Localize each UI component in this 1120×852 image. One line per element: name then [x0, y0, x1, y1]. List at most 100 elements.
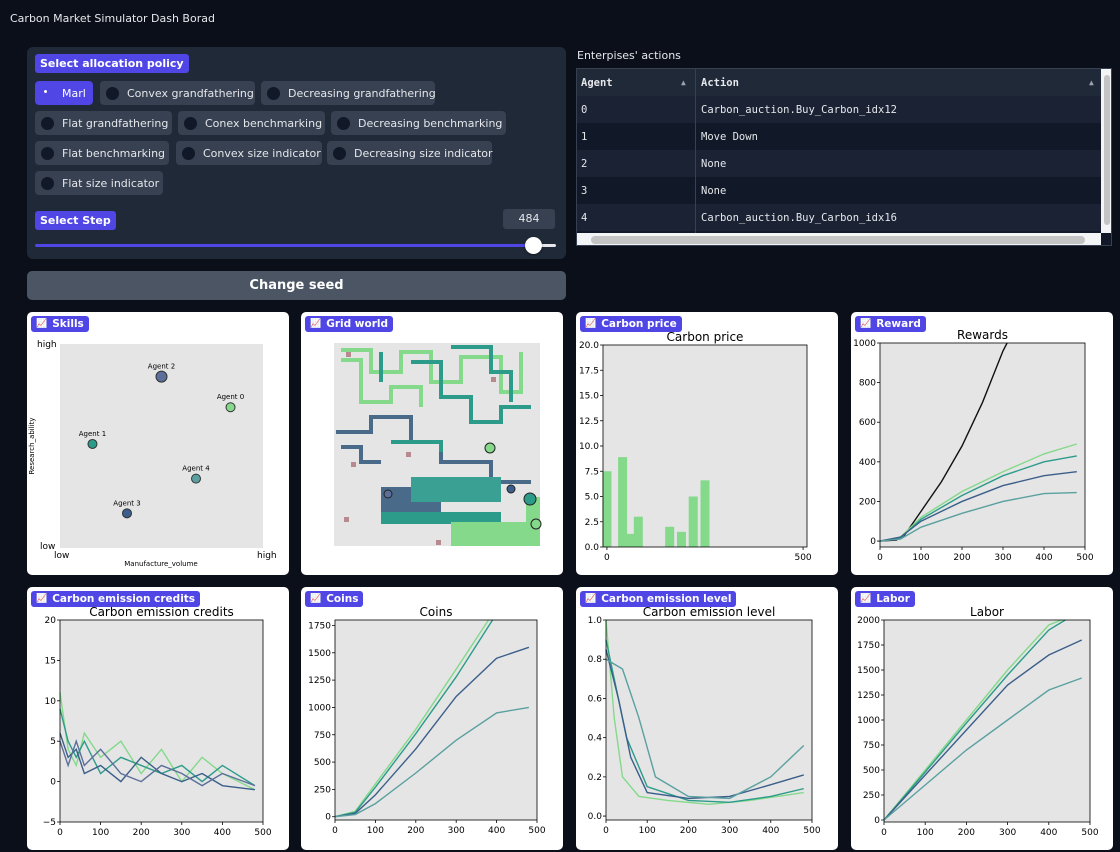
radio-icon	[337, 116, 350, 130]
price-bar	[700, 480, 710, 547]
y-tick-label: 1750	[857, 641, 880, 651]
y-tick-label: 20	[45, 616, 57, 626]
y-tick-label: 0	[874, 816, 880, 826]
table-row[interactable]: 2 None	[577, 150, 1101, 177]
table-row[interactable]: 3 None	[577, 177, 1101, 204]
table-cell: 1	[581, 131, 588, 143]
y-tick-label: 1250	[857, 691, 880, 701]
agent-point-label: Agent 0	[217, 393, 244, 401]
policy-option-flat-benchmarking[interactable]: Flat benchmarking	[35, 141, 169, 165]
agent-point-label: Agent 3	[113, 499, 140, 507]
price-bar	[602, 471, 612, 547]
grid-world-card: 📈 Grid world	[301, 312, 563, 575]
chart-icon: 📈	[585, 319, 597, 329]
x-tick-label: 200	[953, 553, 970, 563]
table-cell: None	[701, 185, 727, 197]
policy-option-flat-size-indicator[interactable]: Flat size indicator	[35, 171, 163, 195]
plot-area	[606, 620, 812, 820]
policy-option-label: Marl	[62, 86, 86, 100]
chart-title: Carbon price	[667, 330, 744, 344]
y-tick-label: 750	[314, 731, 331, 741]
y-tick-label: 1.0	[588, 616, 603, 626]
horizontal-scroll-thumb[interactable]	[591, 236, 1085, 244]
agent-point	[121, 508, 132, 519]
policy-option-label: Decreasing size indicator	[354, 146, 493, 160]
credits-label: 📈 Carbon emission credits	[31, 591, 201, 607]
actions-table: Agent ▲ Action ▲ 0 Carbon_auction.Buy_Car…	[576, 68, 1112, 246]
x-tick-label: 500	[803, 826, 820, 836]
policy-option-convex-grandfathering[interactable]: Convex grandfathering	[100, 81, 255, 105]
skills-chart: Agent 0 Agent 1 Agent 2 Agent 3 Agent 4 high…	[28, 340, 277, 568]
y-tick-label: 1250	[308, 676, 331, 686]
y-axis-label: Research_ability	[28, 417, 36, 474]
plot-area	[335, 620, 537, 820]
y-tick-label: 1000	[308, 703, 331, 713]
resource-tile	[344, 517, 349, 522]
y-tick-label: 0.6	[588, 694, 603, 704]
x-tick-label: 200	[680, 826, 697, 836]
y-tick-label: 200	[859, 497, 876, 507]
sort-icon[interactable]: ▲	[1089, 78, 1094, 87]
card-label-text: Reward	[876, 318, 921, 330]
policy-option-decreasing-size-indicator[interactable]: Decreasing size indicator	[327, 141, 493, 165]
policy-option-marl[interactable]: Marl	[35, 81, 93, 105]
plot-area	[880, 343, 1085, 547]
sort-icon[interactable]: ▲	[681, 78, 686, 87]
y-tick-label: 600	[859, 418, 876, 428]
reward-chart: 0 200 400 600 800 1000 0 100 200 300 400 500 Rewards	[853, 328, 1094, 563]
change-seed-button[interactable]: Change seed	[27, 271, 566, 300]
emission-level-chart: 0.0 0.2 0.4 0.6 0.8 1.0 0 100 200 300 400 500 Carbon…	[588, 605, 821, 836]
step-slider-handle[interactable]	[525, 237, 542, 254]
column-header-action[interactable]: Action	[701, 77, 739, 89]
coins-chart: 0 250 500 750 1000 1250 1500 1750 0 100 200 300 400 5…	[308, 605, 546, 836]
policy-option-label: Convex size indicator	[203, 146, 321, 160]
table-row[interactable]: 0 Carbon_auction.Buy_Carbon_idx12	[577, 96, 1101, 123]
x-tick-label: 500	[1081, 828, 1098, 838]
table-cell: 2	[581, 158, 588, 170]
radio-icon	[41, 86, 54, 100]
policy-option-decreasing-benchmarking[interactable]: Decreasing benchmarking	[331, 111, 506, 135]
policy-option-label: Conex benchmarking	[205, 116, 323, 130]
radio-icon	[41, 176, 54, 190]
y-tick-label: 500	[863, 766, 880, 776]
y-tick-label: 0.2	[588, 773, 602, 783]
table-row[interactable]: 1 Move Down	[577, 123, 1101, 150]
x-tick-label: 500	[794, 553, 811, 563]
card-label-text: Carbon price	[601, 318, 677, 330]
step-value-input[interactable]: 484	[503, 209, 555, 229]
x-tick-label: 0	[881, 828, 887, 838]
y-tick-label: 0	[50, 778, 56, 788]
policy-option-label: Decreasing grandfathering	[288, 86, 436, 100]
policy-option-conex-benchmarking[interactable]: Conex benchmarking	[178, 111, 325, 135]
y-tick-label: 10	[45, 697, 57, 707]
territory-agent-1	[411, 477, 501, 502]
card-label-text: Labor	[876, 593, 910, 605]
x-tick-label: 300	[173, 828, 190, 838]
x-tick-label: 100	[92, 828, 109, 838]
price-bar	[618, 457, 628, 547]
policy-option-flat-grandfathering[interactable]: Flat grandfathering	[35, 111, 172, 135]
resource-tile	[346, 352, 351, 357]
price-bar	[676, 531, 686, 547]
grid-world-label: 📈 Grid world	[305, 316, 393, 332]
y-tick-label: 250	[863, 791, 880, 801]
column-divider	[695, 69, 696, 245]
policy-option-decreasing-grandfathering[interactable]: Decreasing grandfathering	[261, 81, 436, 105]
table-cell: Carbon_auction.Buy_Carbon_idx12	[701, 104, 897, 116]
policy-option-convex-size-indicator[interactable]: Convex size indicator	[176, 141, 322, 165]
x-tick-label: 500	[254, 828, 271, 838]
x-tick-low: low	[54, 551, 69, 561]
agent-0-marker	[484, 442, 496, 454]
table-row[interactable]: 4 Carbon_auction.Buy_Carbon_idx16	[577, 204, 1101, 231]
price-bar	[633, 516, 643, 547]
y-tick-label: 12.5	[579, 417, 599, 427]
carbon-price-chart: 0.0 2.5 5.0 7.5 10.0 12.5 15.0 17.5 20.0 0 500 Carb…	[579, 330, 812, 563]
column-header-agent[interactable]: Agent	[581, 77, 613, 89]
price-bar	[665, 526, 675, 547]
chart-title: Carbon emission credits	[89, 605, 234, 619]
x-tick-label: 400	[214, 828, 231, 838]
app-title: Carbon Market Simulator Dash Borad	[10, 12, 215, 25]
x-tick-label: 200	[407, 826, 424, 836]
vertical-scroll-thumb[interactable]	[1104, 75, 1110, 225]
step-slider-track[interactable]	[35, 244, 530, 247]
